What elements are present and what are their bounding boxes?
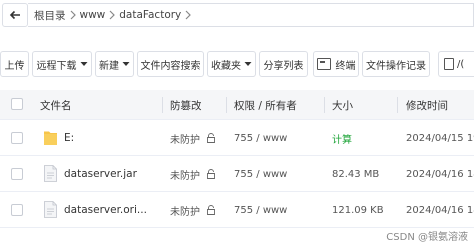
chevron-right-icon (181, 8, 195, 22)
watermark: CSDN @银氨溶液 (386, 232, 468, 243)
lock-icon (444, 58, 454, 70)
row-checkbox[interactable] (11, 204, 23, 216)
table-row[interactable]: dataserver.ori... 未防护 755 / www 121.09 K… (0, 192, 474, 228)
terminal-icon (316, 58, 331, 70)
calculate-size-link[interactable]: 计算 (332, 120, 352, 156)
remote-download-label: 远程下载 (36, 60, 77, 72)
content-search-label: 文件内容搜索 (140, 60, 201, 72)
select-all-checkbox[interactable] (11, 98, 23, 110)
file-name[interactable]: dataserver.jar (64, 156, 137, 192)
file-icon (44, 201, 57, 218)
column-divider (324, 97, 325, 113)
share-list-label: 分享列表 (263, 60, 304, 72)
terminal-label: 终端 (335, 60, 356, 72)
breadcrumb-bar: 根目录 www dataFactory (0, 0, 474, 36)
file-name[interactable]: dataserver.ori... (64, 192, 147, 228)
file-name[interactable]: E: (64, 120, 74, 156)
header-modified[interactable]: 修改时间 (406, 90, 448, 120)
header-name[interactable]: 文件名 (40, 90, 72, 120)
breadcrumb-item-root[interactable]: 根目录 (34, 8, 66, 23)
protect-text: 未防护 (170, 206, 200, 218)
column-divider (397, 97, 398, 113)
permission-owner[interactable]: 755 / www (234, 120, 287, 156)
protect-status: 未防护 (170, 156, 216, 192)
breadcrumb-item-datafactory[interactable]: dataFactory (119, 9, 181, 21)
back-button[interactable] (2, 3, 28, 27)
path-input[interactable]: /( (438, 51, 474, 77)
table-row[interactable]: E: 未防护 755 / www 计算 2024/04/15 19 (0, 120, 474, 156)
toolbar: 上传 远程下载 新建 文件内容搜索 收藏夹 分享列表 终端 文件操作记录 /( (0, 51, 474, 77)
lock-icon[interactable] (206, 133, 216, 143)
upload-label: 上传 (4, 60, 25, 72)
favorites-label: 收藏夹 (211, 60, 241, 72)
column-divider (162, 97, 163, 113)
permission-owner[interactable]: 755 / www (234, 156, 287, 192)
column-divider (226, 97, 227, 113)
arrow-left-icon (9, 10, 20, 20)
caret-down-icon (80, 62, 87, 66)
new-button[interactable]: 新建 (95, 51, 134, 77)
lock-icon[interactable] (206, 205, 216, 215)
operation-log-label: 文件操作记录 (366, 60, 426, 72)
protect-status: 未防护 (170, 120, 216, 156)
breadcrumb-item-www[interactable]: www (80, 9, 106, 21)
permission-owner[interactable]: 755 / www (234, 192, 287, 228)
content-search-button[interactable]: 文件内容搜索 (137, 51, 204, 77)
row-checkbox[interactable] (11, 168, 23, 180)
row-checkbox[interactable] (11, 132, 23, 144)
file-table: 文件名 防篡改 权限 / 所有者 大小 修改时间 E: 未防护 755 / ww… (0, 90, 474, 228)
lock-icon[interactable] (206, 169, 216, 179)
folder-icon (44, 131, 57, 145)
operation-log-button[interactable]: 文件操作记录 (362, 51, 430, 77)
remote-download-button[interactable]: 远程下载 (32, 51, 92, 77)
file-size: 82.43 MB (332, 168, 380, 180)
header-size[interactable]: 大小 (332, 90, 353, 120)
header-permission[interactable]: 权限 / 所有者 (234, 90, 297, 120)
protect-text: 未防护 (170, 170, 200, 182)
favorites-button[interactable]: 收藏夹 (207, 51, 256, 77)
path-text: /( (457, 58, 465, 70)
caret-down-icon (122, 62, 130, 66)
chevron-right-icon (105, 8, 119, 22)
share-list-button[interactable]: 分享列表 (259, 51, 308, 77)
terminal-button[interactable]: 终端 (313, 51, 359, 77)
caret-down-icon (244, 62, 252, 66)
breadcrumb: 根目录 www dataFactory (28, 3, 474, 27)
modified-time: 2024/04/16 18 (406, 204, 474, 216)
header-protect: 防篡改 (170, 99, 202, 112)
upload-button[interactable]: 上传 (0, 51, 29, 77)
protect-status: 未防护 (170, 192, 216, 228)
modified-time: 2024/04/15 19 (406, 132, 474, 144)
protect-text: 未防护 (170, 134, 200, 146)
modified-time: 2024/04/16 18 (406, 168, 474, 180)
file-icon (44, 165, 57, 182)
file-size: 121.09 KB (332, 204, 384, 216)
chevron-right-icon (66, 8, 80, 22)
table-row[interactable]: dataserver.jar 未防护 755 / www 82.43 MB 20… (0, 156, 474, 192)
new-label: 新建 (99, 60, 119, 72)
table-header: 文件名 防篡改 权限 / 所有者 大小 修改时间 (0, 90, 474, 120)
